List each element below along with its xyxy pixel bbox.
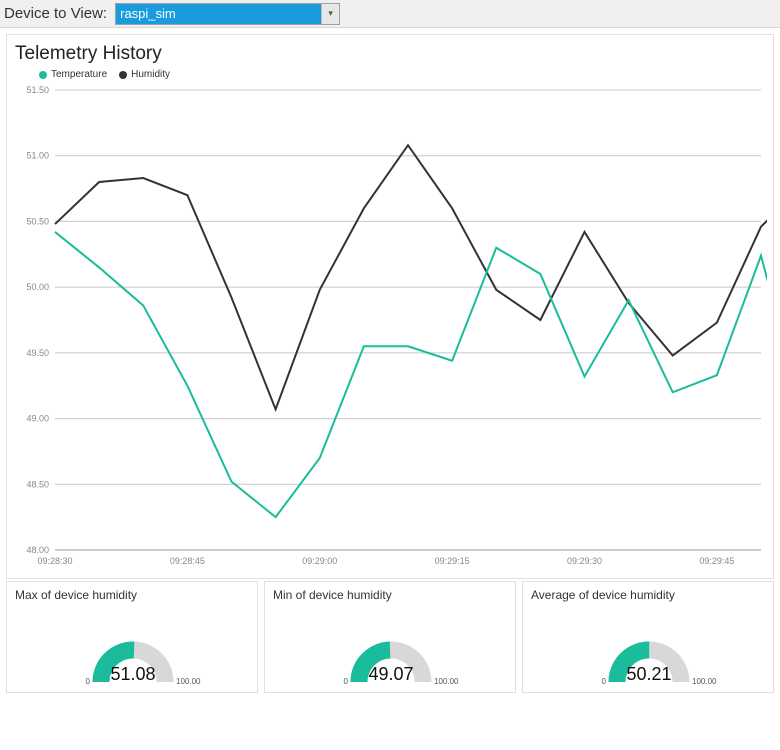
gauge-title: Max of device humidity [15,588,251,602]
svg-text:51.50: 51.50 [26,85,49,95]
legend-dot-icon [39,71,47,79]
svg-text:0: 0 [344,677,349,686]
svg-text:100.00: 100.00 [692,677,717,686]
device-label: Device to View: [4,5,107,22]
svg-text:49.07: 49.07 [368,664,413,684]
legend-item-humidity: Humidity [119,69,170,80]
gauge-chart: 51.08 0 100.00 [58,610,208,690]
svg-text:50.21: 50.21 [626,664,671,684]
device-select[interactable]: raspi_sim ▾ [115,3,340,25]
legend-label: Temperature [51,69,107,80]
svg-text:51.08: 51.08 [110,664,155,684]
legend-label: Humidity [131,69,170,80]
svg-text:49.00: 49.00 [26,414,49,424]
chart-legend: Temperature Humidity [15,69,767,80]
svg-text:09:29:45: 09:29:45 [699,556,734,566]
chart-area: 48.00 48.50 49.00 49.50 50.00 50.50 51.00 51.50… [15,84,767,574]
svg-text:09:28:30: 09:28:30 [37,556,72,566]
svg-text:51.00: 51.00 [26,151,49,161]
svg-text:100.00: 100.00 [434,677,459,686]
chart-title: Telemetry History [15,43,767,65]
svg-text:50.50: 50.50 [26,216,49,226]
gauge-chart: 50.21 0 100.00 [574,610,724,690]
svg-text:49.50: 49.50 [26,348,49,358]
top-bar: Device to View: raspi_sim ▾ [0,0,780,28]
line-chart: 48.00 48.50 49.00 49.50 50.00 50.50 51.00 51.50… [15,84,767,574]
legend-item-temperature: Temperature [39,69,107,80]
gauge-wrap: 50.21 0 100.00 [531,604,767,690]
gauge-avg-humidity: Average of device humidity 50.21 0 100.00 [522,581,774,693]
device-select-button[interactable]: ▾ [321,4,339,24]
svg-text:09:29:30: 09:29:30 [567,556,602,566]
svg-text:09:28:45: 09:28:45 [170,556,205,566]
gauge-title: Average of device humidity [531,588,767,602]
gauges-row: Max of device humidity 51.08 0 100.00 Min … [6,581,774,693]
svg-text:09:29:15: 09:29:15 [435,556,470,566]
svg-text:09:29:00: 09:29:00 [302,556,337,566]
svg-text:48.00: 48.00 [26,545,49,555]
gauge-wrap: 51.08 0 100.00 [15,604,251,690]
svg-text:48.50: 48.50 [26,479,49,489]
chevron-down-icon: ▾ [328,8,333,19]
svg-text:0: 0 [86,677,91,686]
gauge-wrap: 49.07 0 100.00 [273,604,509,690]
gauge-title: Min of device humidity [273,588,509,602]
gauge-chart: 49.07 0 100.00 [316,610,466,690]
svg-text:50.00: 50.00 [26,282,49,292]
gauge-min-humidity: Min of device humidity 49.07 0 100.00 [264,581,516,693]
svg-text:100.00: 100.00 [176,677,201,686]
telemetry-history-panel: Telemetry History Temperature Humidity 4… [6,34,774,579]
device-select-value: raspi_sim [120,6,176,21]
legend-dot-icon [119,71,127,79]
svg-text:0: 0 [602,677,607,686]
gauge-max-humidity: Max of device humidity 51.08 0 100.00 [6,581,258,693]
